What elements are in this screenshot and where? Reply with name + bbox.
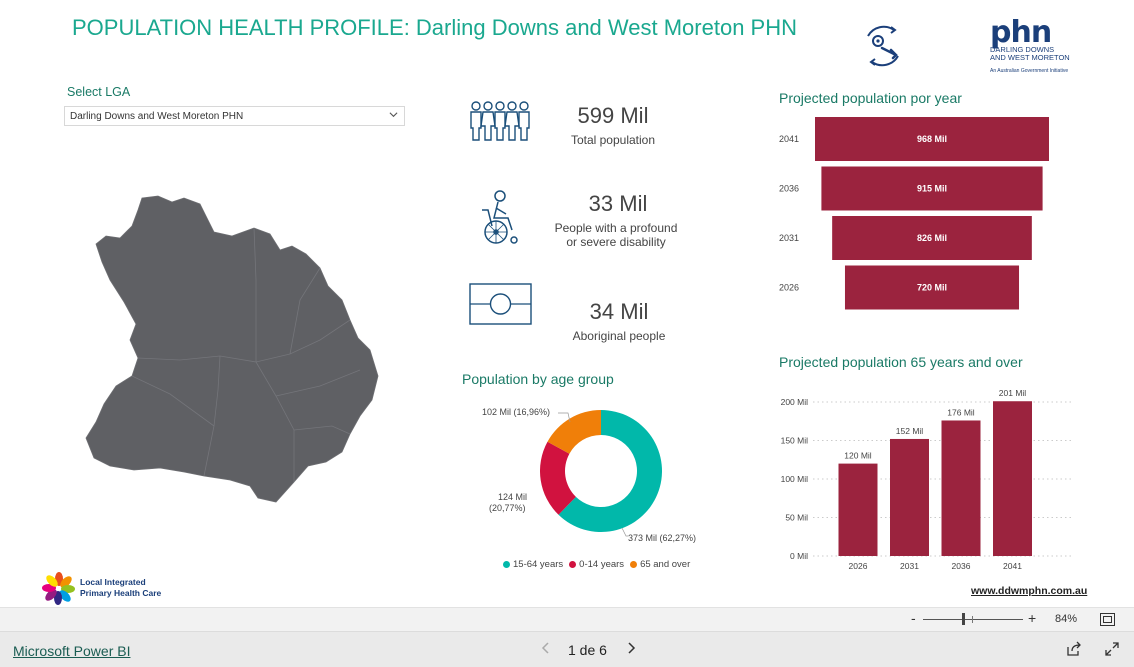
x-tick-label: 2036	[952, 561, 971, 571]
funnel-data-label: 826 Mil	[917, 233, 947, 243]
age-group-title: Population by age group	[462, 371, 614, 387]
gear-wrench-logo-icon	[867, 25, 899, 67]
projected-population-title: Projected population por year	[779, 90, 962, 106]
total-population-label: Total population	[570, 133, 656, 147]
phn-logo-tagline: An Australian Government Initiative	[990, 68, 1069, 74]
legend-dot-teal	[503, 560, 510, 568]
wheelchair-icon	[482, 190, 518, 244]
powerbi-footer: Microsoft Power BI 1 de 6	[0, 631, 1134, 667]
zoom-slider-thumb[interactable]	[962, 613, 965, 625]
disability-label-line1: People with a profound	[554, 221, 678, 235]
column-bar[interactable]	[838, 463, 878, 556]
funnel-data-label: 915 Mil	[917, 184, 947, 194]
zoom-out-button[interactable]: -	[911, 610, 916, 626]
projected-65-title: Projected population 65 years and over	[779, 354, 1023, 370]
chevron-right-icon[interactable]	[625, 641, 637, 655]
legend-dot-orange	[630, 560, 638, 568]
people-group-icon	[470, 101, 530, 141]
y-tick-label: 100 Mil	[781, 474, 809, 484]
phn-logo-line2: AND WEST MORETON	[990, 53, 1070, 62]
zoom-slider-track[interactable]	[923, 619, 1023, 620]
projected-65-column-chart[interactable]: 0 Mil 50 Mil 100 Mil 150 Mil 200 Mil 120 Mil 2…	[775, 380, 1075, 575]
lga-dropdown[interactable]: Darling Downs and West Moreton PHN	[64, 106, 405, 126]
disability-label: People with a profound or severe disabil…	[546, 221, 686, 249]
aboriginal-label: Aboriginal people	[572, 329, 666, 343]
fit-to-page-icon[interactable]	[1100, 613, 1115, 626]
funnel-category-label: 2036	[779, 184, 799, 194]
donut-label-0-14-pct: (20,77%)	[489, 503, 526, 513]
funnel-category-label: 2026	[779, 283, 799, 293]
phn-logo-wordmark: phn	[990, 15, 1052, 50]
legend-item-15-64[interactable]: 15-64 years	[503, 559, 563, 570]
lipc-logo-line1: Local Integrated	[80, 577, 146, 587]
y-tick-label: 200 Mil	[781, 397, 809, 407]
funnel-data-label: 968 Mil	[917, 134, 947, 144]
lipc-flower-logo-icon	[42, 572, 75, 605]
lga-filter-label: Select LGA	[67, 85, 131, 99]
projected-population-funnel-chart[interactable]: 2041 968 Mil 2036 915 Mil 2031 826 Mil 2026 720…	[775, 112, 1065, 312]
funnel-data-label: 720 Mil	[917, 283, 947, 293]
donut-label-0-14-value: 124 Mil	[498, 492, 528, 502]
aboriginal-flag-icon	[469, 283, 532, 325]
y-tick-label: 50 Mil	[785, 513, 808, 523]
column-data-label: 176 Mil	[947, 407, 975, 417]
zoom-slider-tick	[972, 616, 973, 623]
y-tick-label: 0 Mil	[790, 551, 808, 561]
aboriginal-value: 34 Mil	[589, 299, 649, 324]
lipc-logo-text: Local Integrated Primary Health Care	[80, 577, 161, 598]
disability-label-line2: or severe disability	[566, 235, 666, 249]
chevron-down-icon	[389, 112, 398, 118]
column-data-label: 201 Mil	[999, 388, 1027, 398]
legend-item-65-over[interactable]: 65 and over	[630, 559, 690, 570]
legend-text-15-64: 15-64 years	[513, 559, 564, 570]
x-tick-label: 2041	[1003, 561, 1022, 571]
column-data-label: 120 Mil	[844, 451, 872, 461]
x-tick-label: 2031	[900, 561, 919, 571]
report-canvas: POPULATION HEALTH PROFILE: Darling Downs…	[0, 0, 1134, 607]
zoom-level: 84%	[1055, 613, 1078, 625]
column-bar[interactable]	[890, 438, 929, 556]
legend-text-0-14: 0-14 years	[579, 559, 625, 570]
share-icon[interactable]	[1066, 641, 1082, 657]
funnel-category-label: 2041	[779, 134, 799, 144]
donut-leader-lines	[558, 412, 628, 537]
column-bar[interactable]	[993, 401, 1032, 556]
donut-legend: 15-64 years 0-14 years 65 and over	[503, 559, 690, 570]
x-tick-label: 2026	[849, 561, 868, 571]
total-population-value: 599 Mil	[577, 103, 649, 128]
page-indicator: 1 de 6	[568, 642, 607, 658]
column-data-label: 152 Mil	[896, 426, 924, 436]
lipc-logo-line2: Primary Health Care	[80, 587, 162, 598]
legend-text-65-over: 65 and over	[640, 559, 691, 570]
region-map[interactable]	[80, 190, 382, 510]
lga-dropdown-value: Darling Downs and West Moreton PHN	[70, 111, 244, 122]
chevron-left-icon[interactable]	[540, 641, 552, 655]
page-title: POPULATION HEALTH PROFILE: Darling Downs…	[72, 15, 798, 40]
zoom-in-button[interactable]: +	[1028, 610, 1036, 626]
legend-dot-red	[569, 560, 577, 568]
column-bar[interactable]	[941, 420, 981, 556]
region-map-shape[interactable]	[85, 195, 379, 503]
funnel-category-label: 2031	[779, 233, 799, 243]
y-tick-label: 150 Mil	[781, 436, 809, 446]
website-link[interactable]: www.ddwmphn.com.au	[971, 585, 1087, 597]
zoom-bar: - + 84%	[0, 607, 1134, 631]
legend-item-0-14[interactable]: 0-14 years	[569, 559, 624, 570]
fullscreen-icon[interactable]	[1104, 641, 1120, 657]
phn-logo: phn DARLING DOWNS AND WEST MORETON An Au…	[990, 15, 1100, 76]
disability-value: 33 Mil	[588, 191, 648, 216]
powerbi-link[interactable]: Microsoft Power BI	[13, 643, 130, 659]
